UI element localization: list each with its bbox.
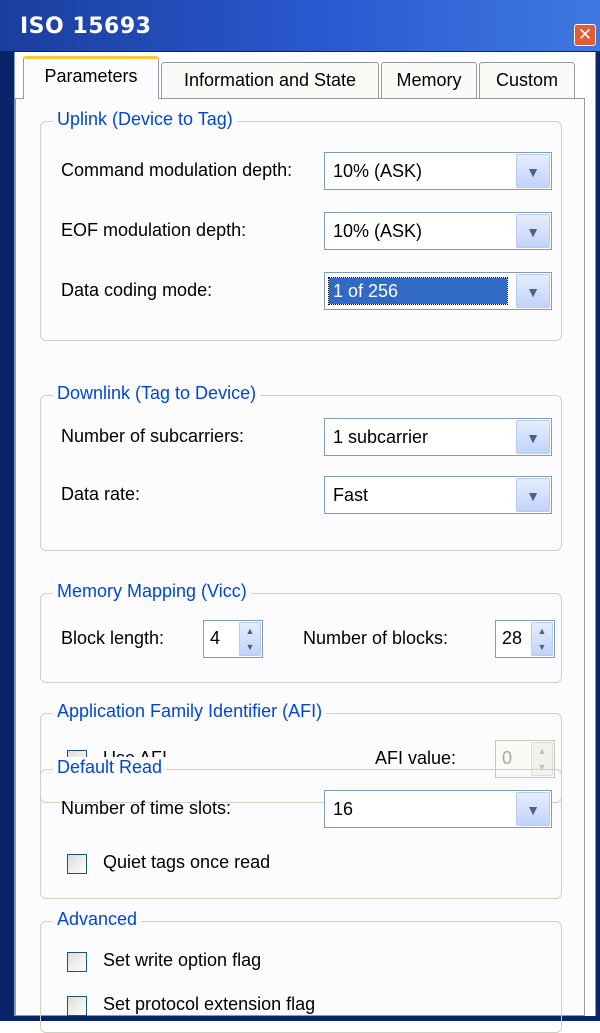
chevron-down-icon[interactable]: ▼ <box>516 154 550 188</box>
afi-value: 0 <box>502 748 513 768</box>
chevron-down-icon[interactable]: ▼ <box>516 478 550 512</box>
number-of-time-slots-label: Number of time slots: <box>61 798 232 818</box>
command-modulation-depth-value: 10% (ASK) <box>333 161 423 181</box>
memory-mapping-group: Memory Mapping (Vicc) Block length: 4 ▲ … <box>40 581 562 683</box>
default-read-group: Default Read Number of time slots: 16 ▼ … <box>40 757 562 899</box>
arrow-up-icon: ▲ <box>537 746 547 756</box>
arrow-down-icon[interactable]: ▼ <box>240 639 260 655</box>
arrow-up-icon[interactable]: ▲ <box>240 623 260 639</box>
window-title: ISO 15693 <box>20 14 152 39</box>
number-of-time-slots-value: 16 <box>333 799 354 819</box>
downlink-group-title: Downlink (Tag to Device) <box>53 383 261 404</box>
data-rate-label: Data rate: <box>61 484 141 504</box>
block-length-value: 4 <box>210 628 221 648</box>
close-icon: ✕ <box>577 25 593 44</box>
block-length-label: Block length: <box>61 628 165 648</box>
chevron-down-icon[interactable]: ▼ <box>516 214 550 248</box>
quiet-tags-label: Quiet tags once read <box>103 852 271 872</box>
default-read-group-title: Default Read <box>53 757 167 778</box>
tab-panel-parameters: Uplink (Device to Tag) Command modulatio… <box>15 98 585 1033</box>
memory-mapping-group-title: Memory Mapping (Vicc) <box>53 581 251 602</box>
chevron-down-icon[interactable]: ▼ <box>516 274 550 308</box>
dialog-body: Parameters Information and State Memory … <box>14 52 596 1033</box>
data-rate-select[interactable]: Fast ▼ <box>324 476 552 514</box>
number-of-blocks-label: Number of blocks: <box>303 628 449 648</box>
arrow-up-icon[interactable]: ▲ <box>532 623 552 639</box>
number-of-time-slots-select[interactable]: 16 ▼ <box>324 790 552 828</box>
number-of-subcarriers-value: 1 subcarrier <box>333 427 429 447</box>
eof-modulation-depth-value: 10% (ASK) <box>333 221 423 241</box>
data-coding-mode-select[interactable]: 1 of 256 ▼ <box>324 272 552 310</box>
arrow-down-icon[interactable]: ▼ <box>532 639 552 655</box>
write-option-flag-label: Set write option flag <box>103 950 262 970</box>
chevron-down-icon[interactable]: ▼ <box>516 420 550 454</box>
eof-modulation-depth-select[interactable]: 10% (ASK) ▼ <box>324 212 552 250</box>
data-coding-mode-label: Data coding mode: <box>61 280 213 300</box>
tab-information-and-state[interactable]: Information and State <box>161 62 379 98</box>
chevron-down-icon[interactable]: ▼ <box>516 792 550 826</box>
number-of-subcarriers-label: Number of subcarriers: <box>61 426 245 446</box>
protocol-extension-flag-label: Set protocol extension flag <box>103 994 316 1014</box>
dialog-window: ISO 15693 ✕ Parameters Information and S… <box>0 0 600 1033</box>
number-of-blocks-spinner[interactable]: 28 ▲ ▼ <box>495 620 555 658</box>
tab-custom[interactable]: Custom <box>479 62 575 98</box>
command-modulation-depth-select[interactable]: 10% (ASK) ▼ <box>324 152 552 190</box>
title-bar[interactable]: ISO 15693 ✕ <box>0 0 600 52</box>
block-length-spinner[interactable]: 4 ▲ ▼ <box>203 620 263 658</box>
command-modulation-depth-label: Command modulation depth: <box>61 160 293 180</box>
afi-group-title: Application Family Identifier (AFI) <box>53 701 327 722</box>
tab-memory[interactable]: Memory <box>381 62 477 98</box>
close-button[interactable]: ✕ <box>574 24 596 46</box>
data-coding-mode-value: 1 of 256 <box>328 277 508 305</box>
data-rate-value: Fast <box>333 485 369 505</box>
eof-modulation-depth-label: EOF modulation depth: <box>61 220 247 240</box>
advanced-group: Advanced Set write option flag Set proto… <box>40 909 562 1033</box>
advanced-group-title: Advanced <box>53 909 142 930</box>
tab-strip: Parameters Information and State Memory … <box>15 52 585 99</box>
uplink-group: Uplink (Device to Tag) Command modulatio… <box>40 109 562 341</box>
tab-parameters[interactable]: Parameters <box>23 56 159 99</box>
protocol-extension-flag-checkbox[interactable] <box>67 996 87 1016</box>
write-option-flag-checkbox[interactable] <box>67 952 87 972</box>
number-of-subcarriers-select[interactable]: 1 subcarrier ▼ <box>324 418 552 456</box>
afi-value-label: AFI value: <box>375 748 457 768</box>
quiet-tags-checkbox[interactable] <box>67 854 87 874</box>
uplink-group-title: Uplink (Device to Tag) <box>53 109 237 130</box>
downlink-group: Downlink (Tag to Device) Number of subca… <box>40 383 562 551</box>
number-of-blocks-value: 28 <box>502 628 523 648</box>
